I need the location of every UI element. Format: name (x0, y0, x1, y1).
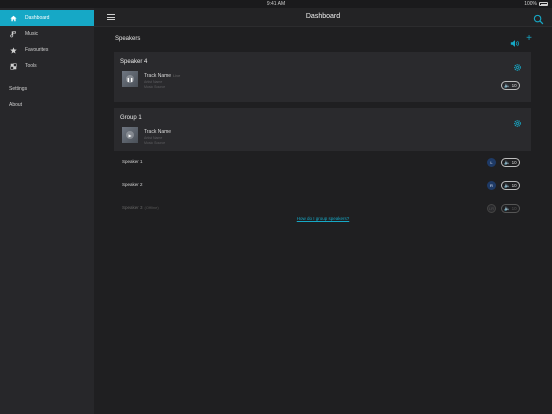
top-bar: Dashboard (94, 8, 552, 27)
channel-badge[interactable]: R (487, 181, 496, 190)
group-card[interactable]: Group 1 ▶ Track Name Artist Name Music S… (114, 108, 531, 151)
main-panel: Dashboard Speakers + Speaker 4 ❚❚ Track … (94, 8, 552, 414)
artist-name: Artist Name (144, 80, 163, 84)
volume-value: 10 (511, 206, 517, 211)
track-suffix: Live (173, 73, 181, 78)
sidebar-nav: Dashboard Music Favourites Tools (0, 10, 94, 74)
channel-badge[interactable]: L (487, 158, 496, 167)
volume-control: 🔈 10 (501, 204, 520, 213)
album-art[interactable]: ▶ (122, 127, 138, 143)
volume-control[interactable]: 🔈 10 (501, 81, 520, 90)
track-info: Track Name Artist Name Music Source (144, 129, 171, 145)
sidebar-item-tools[interactable]: Tools (0, 58, 94, 74)
speaker-volume-icon: 🔈 (504, 82, 511, 89)
sidebar-item-label: Favourites (25, 47, 49, 53)
status-bar: 9:41 AM 100% (0, 0, 552, 8)
group-name: Group 1 (120, 115, 142, 121)
add-speaker-icon[interactable]: + (526, 34, 532, 44)
app-root: 9:41 AM 100% Dashboard Music Favourites … (0, 0, 552, 414)
speakers-header: Speakers + (115, 34, 532, 47)
battery-icon (539, 2, 548, 6)
status-time: 9:41 AM (266, 1, 286, 7)
music-source: Music Source (144, 141, 166, 145)
music-note-icon (10, 30, 17, 38)
track-name: Track Name (144, 73, 172, 79)
volume-value: 10 (511, 83, 517, 88)
sidebar-secondary: Settings About (0, 81, 94, 113)
battery-indicator: 100% (524, 1, 548, 7)
star-icon (10, 46, 17, 54)
speaker-volume-icon: 🔈 (504, 159, 511, 166)
search-icon[interactable] (533, 12, 544, 25)
volume-control[interactable]: 🔈 10 (501, 181, 520, 190)
home-icon (10, 15, 17, 22)
group-help-link[interactable]: How do I group speakers? (94, 216, 552, 221)
section-title: Speakers (115, 36, 141, 42)
speaker-card[interactable]: Speaker 4 ❚❚ Track Name Live Artist Name … (114, 52, 531, 102)
sidebar-item-music[interactable]: Music (0, 26, 94, 42)
member-name: Speaker 2 (122, 182, 143, 187)
page-title: Dashboard (305, 13, 341, 20)
battery-percent: 100% (524, 1, 537, 7)
track-info: Track Name Live Artist Name Music Source (144, 73, 180, 89)
track-name: Track Name (144, 129, 172, 135)
tools-icon (10, 62, 17, 70)
offline-status: (Offline) (144, 205, 159, 210)
member-name: Speaker 3 (Offline) (122, 205, 159, 210)
sidebar-item-about[interactable]: About (0, 97, 94, 113)
artist-name: Artist Name (144, 136, 163, 140)
speaker-volume-icon: 🔈 (504, 205, 511, 212)
gear-icon[interactable] (513, 115, 522, 127)
volume-all-icon[interactable] (510, 35, 520, 47)
album-art[interactable]: ❚❚ (122, 71, 138, 87)
group-member-row[interactable]: Speaker 1 L 🔈 10 (114, 152, 531, 174)
volume-value: 10 (511, 183, 517, 188)
sidebar-item-dashboard[interactable]: Dashboard (0, 10, 94, 26)
channel-badge: LR (487, 204, 496, 213)
speaker-name: Speaker 4 (120, 59, 148, 65)
sidebar: Dashboard Music Favourites Tools Setting… (0, 8, 94, 414)
gear-icon[interactable] (513, 59, 522, 71)
volume-control[interactable]: 🔈 10 (501, 158, 520, 167)
member-name: Speaker 1 (122, 159, 143, 164)
sidebar-item-settings[interactable]: Settings (0, 81, 94, 97)
sidebar-item-favourites[interactable]: Favourites (0, 42, 94, 58)
play-icon[interactable]: ▶ (126, 131, 134, 139)
sidebar-item-label: Music (25, 31, 39, 37)
music-source: Music Source (144, 85, 166, 89)
speaker-volume-icon: 🔈 (504, 182, 511, 189)
volume-value: 10 (511, 160, 517, 165)
sidebar-item-label: Tools (25, 63, 37, 69)
group-member-row[interactable]: Speaker 2 R 🔈 10 (114, 175, 531, 197)
sidebar-item-label: Dashboard (25, 15, 50, 21)
pause-icon[interactable]: ❚❚ (126, 75, 134, 83)
